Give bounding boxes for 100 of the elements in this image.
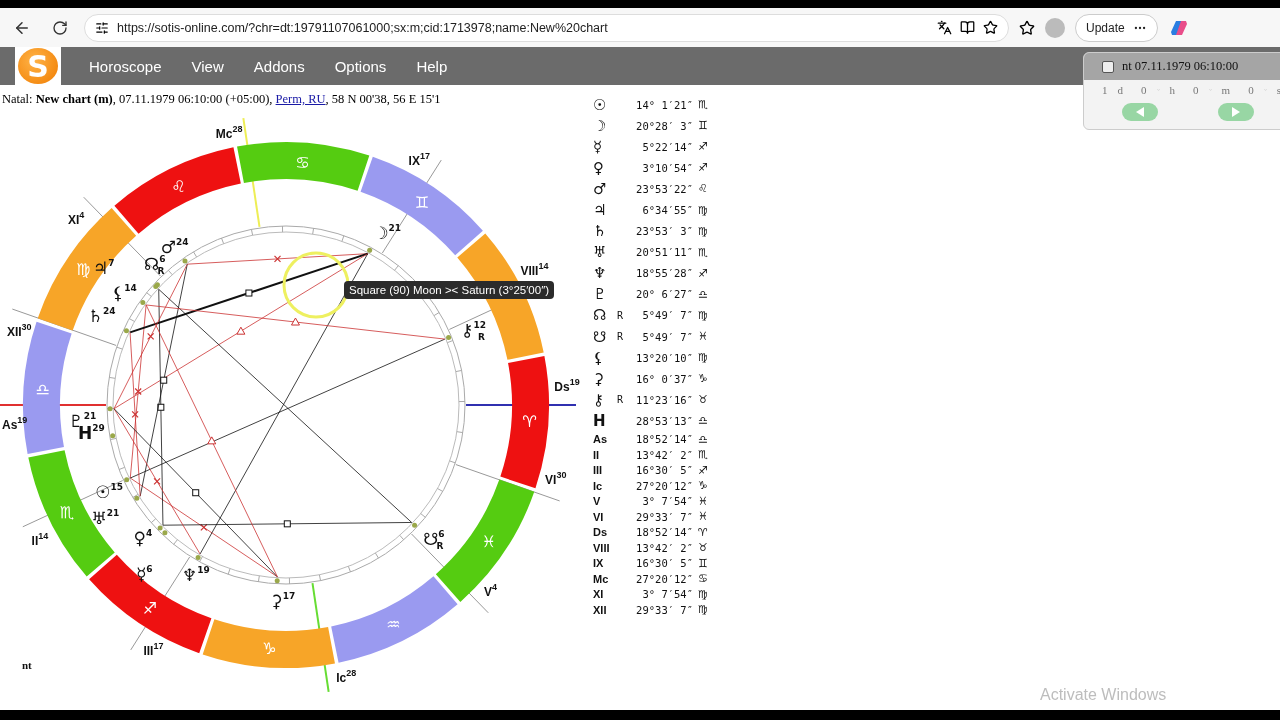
planet-dot <box>123 328 129 334</box>
planet-symbol: ♂ <box>593 179 608 198</box>
zodiac-sign: ♍ <box>697 587 709 601</box>
reload-icon <box>52 19 68 36</box>
checkbox[interactable] <box>1102 60 1114 73</box>
step-value[interactable]: 1 <box>1102 84 1108 96</box>
planet-symbol: ☊ <box>593 306 608 325</box>
favorite-star-icon[interactable] <box>983 20 998 35</box>
house-label: Mc$^{28}$ <box>215 123 243 141</box>
retrograde-mark: R <box>617 394 625 406</box>
menu-item[interactable]: Help <box>416 57 448 75</box>
zodiac-sign: ♐ <box>142 598 158 618</box>
position-value: 29°33′ 7″ <box>635 603 693 616</box>
menu-item[interactable]: View <box>191 57 224 75</box>
zodiac-sign: ♐ <box>697 266 709 280</box>
planet-symbol: ♅$^{21}$ <box>91 508 120 529</box>
sextile-aspect-marker <box>273 255 282 263</box>
position-value: 29°33′ 7″ <box>635 510 693 523</box>
square-aspect-marker <box>245 289 253 297</box>
zodiac-sign: ♌ <box>697 182 709 196</box>
zodiac-sign: ♌ <box>171 176 186 196</box>
planet-symbol: ♄$^{24}$ <box>87 305 116 326</box>
house-label: Ds$^{19}$ <box>554 376 580 394</box>
zodiac-sign: ♓ <box>481 532 496 551</box>
zodiac-sign: ♍ <box>697 224 709 238</box>
zodiac-sign: ♉ <box>697 541 709 555</box>
favorites-icon[interactable] <box>1019 19 1035 36</box>
house-label: VI$^{30}$ <box>545 469 567 487</box>
step-value[interactable]: 0 <box>1193 84 1199 96</box>
zodiac-sign: ♑ <box>262 639 277 659</box>
position-value: 13°42′ 2″ <box>635 448 693 461</box>
planet-symbol: ♄ <box>593 222 608 241</box>
position-value: 5°49′ 7″ <box>641 330 693 343</box>
house-label: XII$^{30}$ <box>6 322 32 340</box>
zodiac-sign: ♓ <box>697 510 709 524</box>
position-value: 14° 1′21″ <box>635 98 693 111</box>
position-value: 18°52′14″ <box>635 526 693 539</box>
position-value: 16°30′ 5″ <box>635 464 693 477</box>
position-value: 28°53′13″ <box>635 414 693 427</box>
zodiac-sign: ♐ <box>697 161 709 175</box>
position-value: 16°30′ 5″ <box>635 557 693 570</box>
planet-symbol: ♀ <box>593 158 605 177</box>
planet-dot <box>446 335 452 341</box>
trine-aspect-marker <box>207 436 217 445</box>
square-aspect-marker <box>283 520 291 528</box>
zodiac-sign: ♍ <box>697 203 709 217</box>
menu-item[interactable]: Horoscope <box>89 57 162 75</box>
update-button[interactable]: Update <box>1075 13 1158 42</box>
trine-aspect-marker <box>291 317 300 326</box>
aspect-tooltip: Square (90) Moon >< Saturn (3°25′00″) <box>344 281 555 299</box>
planet-dot <box>110 433 116 439</box>
step-value[interactable]: 0 <box>1248 84 1254 96</box>
cusp-label: V <box>593 495 602 508</box>
planet-symbol: ♆$^{19}$ <box>182 564 210 585</box>
site-info-icon[interactable] <box>95 20 109 35</box>
trine-aspect-marker <box>236 326 246 335</box>
zodiac-sign: ♏ <box>697 448 709 462</box>
square-aspect-marker <box>160 376 168 384</box>
translate-icon[interactable] <box>937 20 952 35</box>
cusp-label: VIII <box>593 541 611 554</box>
planet-dot <box>107 406 113 412</box>
cusp-label: Mc <box>593 572 610 585</box>
planet-symbol: ♀$^{4}$ <box>133 528 153 549</box>
zodiac-sign: ♓ <box>697 494 709 508</box>
planet-symbol: ☿$^{6}$ <box>135 563 153 584</box>
planet-symbol: ☉$^{15}$ <box>95 481 124 502</box>
cusp-label: XII <box>593 603 608 616</box>
position-value: 6°34′55″ <box>641 204 693 216</box>
zodiac-sign: ♏ <box>697 98 709 112</box>
house-label: IX$^{17}$ <box>408 150 430 168</box>
planet-dot <box>195 554 201 560</box>
planet-symbol: ♅ <box>593 243 608 262</box>
sextile-aspect-marker <box>131 410 139 418</box>
position-value: 3°10′54″ <box>641 161 693 174</box>
house-label: Ic$^{28}$ <box>336 668 357 686</box>
position-value: 16° 0′37″ <box>635 372 693 385</box>
position-value: 3° 7′54″ <box>641 495 693 508</box>
menu-item[interactable]: Options <box>334 57 387 75</box>
zodiac-sign: ♓ <box>697 330 709 344</box>
place-link[interactable]: Perm, RU <box>275 92 326 106</box>
zodiac-sign: ♐ <box>697 140 709 154</box>
read-aloud-icon[interactable] <box>960 20 975 35</box>
zodiac-sign: ♍ <box>697 351 709 365</box>
position-value: 20°51′11″ <box>635 246 693 259</box>
position-value: 5°22′14″ <box>641 140 693 153</box>
corner-note: nt <box>22 659 32 671</box>
planet-dot <box>367 247 373 253</box>
cusp-label: III <box>593 464 604 477</box>
sextile-aspect-marker <box>153 477 161 485</box>
cusp-label: IX <box>593 557 605 570</box>
zodiac-sign: ♐ <box>697 463 709 477</box>
house-label: VIII$^{14}$ <box>520 261 549 279</box>
menu-item[interactable]: Addons <box>253 57 305 75</box>
address-bar[interactable]: https://sotis-online.com/?chr=dt:19791107061000;sx:m;cid:1713978;name:New%20chart <box>84 13 1009 42</box>
step-value[interactable]: 0 <box>1141 84 1147 96</box>
planet-dot <box>274 578 280 584</box>
position-value: 18°55′28″ <box>635 267 693 280</box>
cusp-label: II <box>593 448 601 461</box>
zodiac-sign: ♉ <box>697 393 709 407</box>
planet-symbol: ⚸$^{14}$ <box>111 283 137 304</box>
